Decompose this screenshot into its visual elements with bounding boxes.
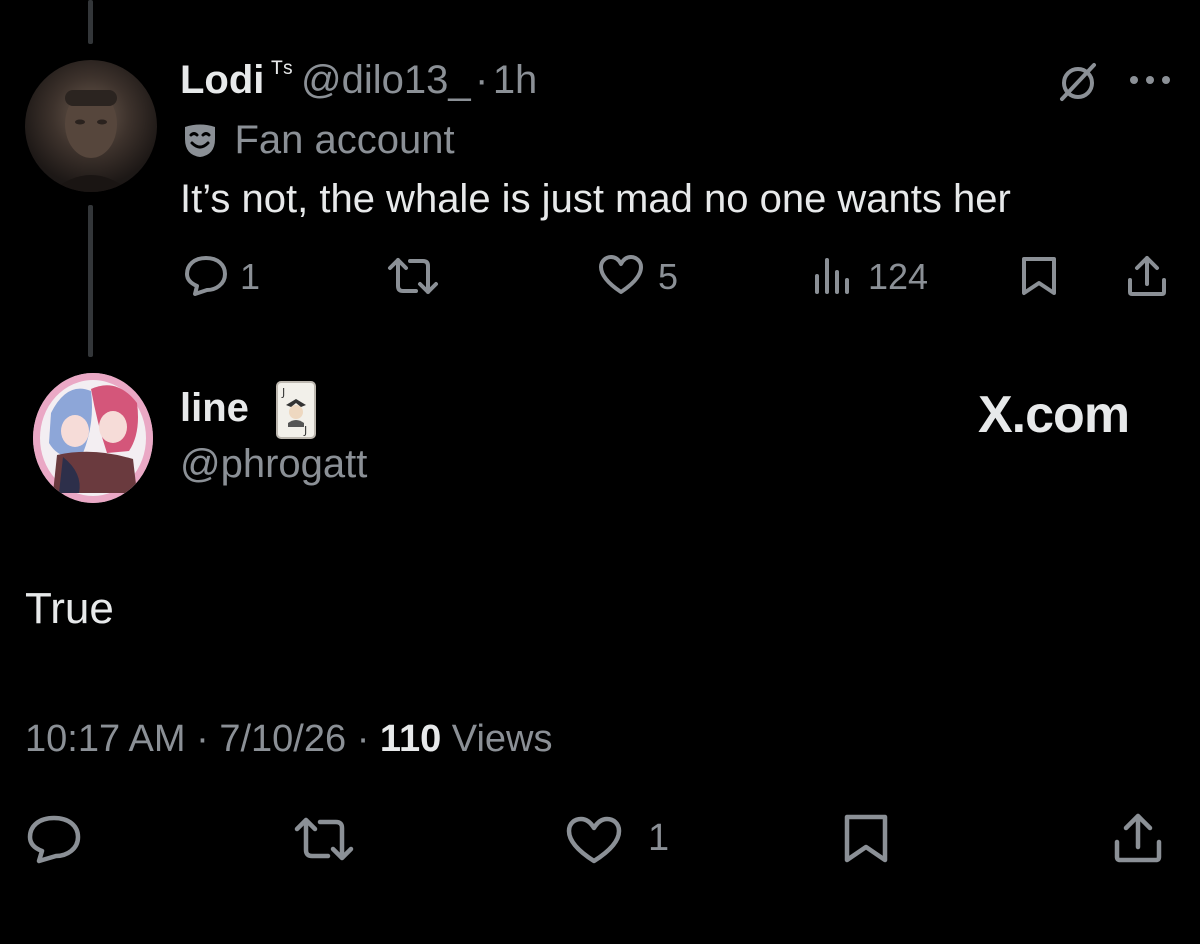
more-icon[interactable] — [1128, 74, 1172, 86]
main-retweet-icon[interactable] — [292, 816, 356, 862]
main-handle[interactable]: @phrogatt — [180, 442, 367, 487]
main-text: True — [25, 584, 114, 633]
reply-display-name[interactable]: Lodi — [180, 58, 264, 102]
main-display-name[interactable]: line — [180, 386, 249, 431]
thread-line-bottom — [88, 205, 93, 357]
main-sep-2: · — [356, 718, 370, 760]
main-likes-count: 1 — [648, 817, 670, 859]
reply-name-suffix: ᵀˢ — [270, 56, 293, 87]
main-heart-icon[interactable] — [565, 815, 623, 865]
reply-handle[interactable]: @dilo13_ — [301, 58, 471, 102]
reply-icon[interactable] — [183, 254, 229, 298]
main-time[interactable]: 10:17 AM — [25, 718, 186, 760]
reply-label: Fan account — [180, 118, 455, 164]
views-icon[interactable] — [812, 256, 852, 296]
share-icon[interactable] — [1126, 254, 1168, 298]
avatar-lodi[interactable] — [25, 60, 157, 192]
thread-line-top — [88, 0, 93, 44]
main-date[interactable]: 7/10/26 — [219, 718, 346, 760]
main-sep-1: · — [196, 718, 209, 760]
main-meta: 10:17 AM · 7/10/26 · 110 Views — [25, 718, 552, 761]
avatar-lodi-face — [51, 90, 131, 192]
reply-header: Lodi ᵀˢ @dilo13_ · 1h — [180, 56, 537, 106]
reply-label-text: Fan account — [234, 118, 455, 162]
avatar-line[interactable] — [33, 373, 153, 503]
joker-card-icon: J J — [276, 381, 316, 439]
reply-text: It’s not, the whale is just mad no one w… — [180, 177, 1011, 221]
bookmark-icon[interactable] — [1020, 255, 1058, 297]
reply-views-count: 124 — [868, 256, 929, 297]
retweet-icon[interactable] — [386, 256, 440, 296]
heart-icon[interactable] — [598, 254, 644, 296]
svg-text:J: J — [281, 386, 285, 399]
reply-separator: · — [475, 58, 489, 102]
theater-mask-icon — [180, 119, 220, 159]
main-share-icon[interactable] — [1112, 812, 1164, 864]
main-views-label: Views — [451, 718, 553, 760]
reply-time[interactable]: 1h — [493, 58, 538, 102]
reply-likes-count: 5 — [658, 256, 679, 297]
x-watermark: X.com — [978, 386, 1130, 444]
reply-replies-count: 1 — [240, 256, 261, 297]
main-views-count: 110 — [379, 718, 442, 760]
avatar-line-art — [33, 373, 153, 503]
grok-icon[interactable] — [1056, 60, 1100, 104]
main-bookmark-icon[interactable] — [842, 813, 890, 865]
main-reply-icon[interactable] — [25, 814, 83, 864]
